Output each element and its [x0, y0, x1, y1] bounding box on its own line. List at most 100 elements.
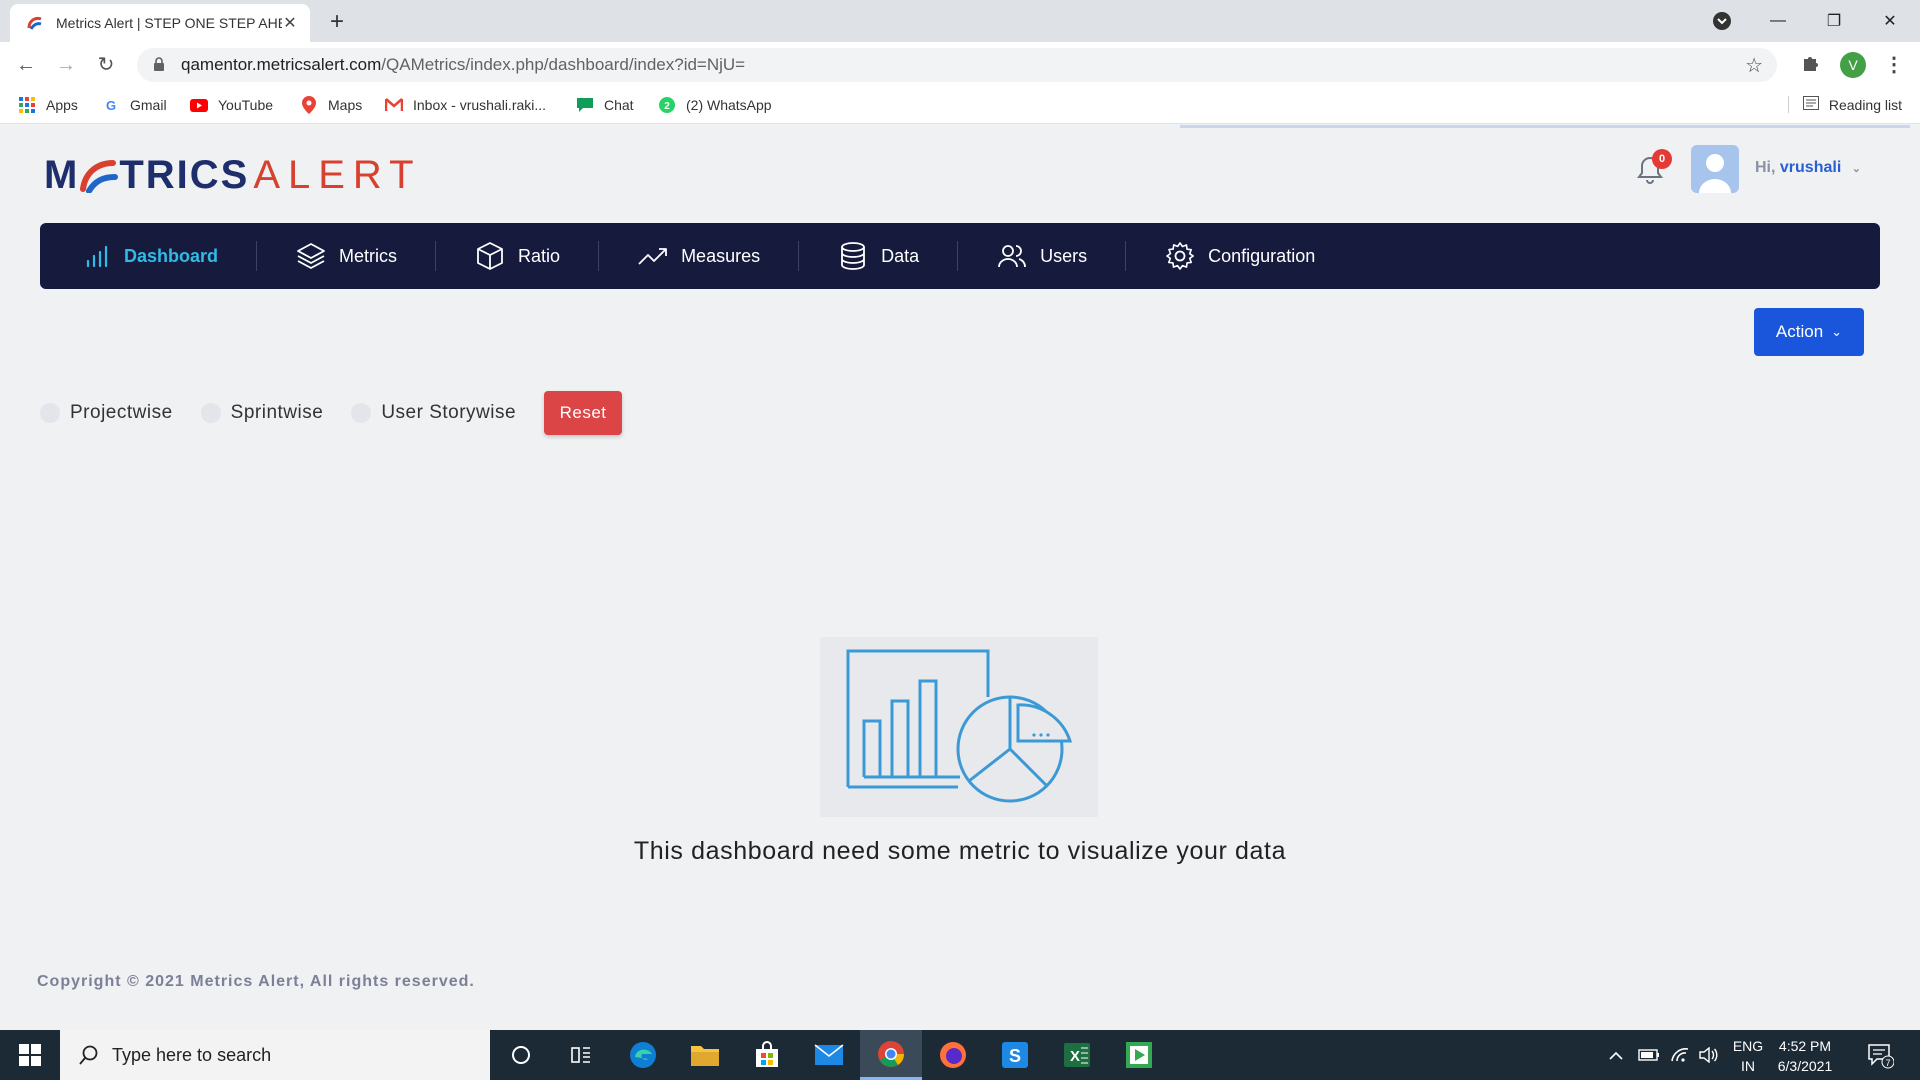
nav-configuration[interactable]: Configuration [1125, 241, 1353, 271]
radio-projectwise[interactable]: Projectwise [40, 402, 173, 424]
url-path: /QAMetrics/index.php/dashboard/index?id=… [381, 55, 746, 74]
profile-avatar[interactable]: V [1840, 52, 1866, 78]
media-player-icon[interactable] [1108, 1030, 1170, 1080]
forward-arrow-icon[interactable]: → [54, 54, 78, 78]
bookmark-youtube[interactable]: YouTube [190, 96, 273, 114]
bookmark-gmail[interactable]: G Gmail [102, 96, 167, 114]
nav-metrics[interactable]: Metrics [256, 241, 435, 271]
nav-measures[interactable]: Measures [598, 241, 798, 271]
reading-list-icon [1802, 96, 1819, 113]
system-clock[interactable]: 4:52 PM 6/3/2021 [1770, 1036, 1840, 1076]
reload-icon[interactable]: ↻ [94, 54, 118, 78]
edge-browser-icon[interactable] [612, 1030, 674, 1080]
task-view-icon[interactable] [550, 1030, 612, 1080]
nav-users[interactable]: Users [957, 241, 1125, 271]
bookmark-star-icon[interactable]: ☆ [1745, 53, 1763, 78]
windows-start-button[interactable] [0, 1030, 60, 1080]
apps-grid-icon [18, 96, 36, 114]
browser-tab[interactable]: Metrics Alert | STEP ONE STEP AHEAD ✕ [10, 4, 310, 42]
bookmark-maps[interactable]: Maps [300, 96, 362, 114]
filter-bar: Projectwise Sprintwise User Storywise Re… [40, 391, 623, 435]
metrics-alert-logo[interactable]: M TRICS ALERT [44, 153, 422, 198]
action-dropdown-button[interactable]: Action ⌄ [1754, 308, 1864, 356]
input-language-indicator[interactable]: ENG IN [1728, 1036, 1768, 1076]
gear-icon [1166, 242, 1195, 270]
logo-letter-m: M [44, 153, 80, 197]
svg-text:2: 2 [664, 101, 670, 112]
database-icon [841, 242, 865, 270]
radio-user-storywise[interactable]: User Storywise [351, 402, 516, 424]
bookmarks-bar: Apps G Gmail YouTube Maps Inbox - vrusha… [0, 88, 1920, 124]
tab-search-icon[interactable] [1694, 0, 1750, 42]
radio-label: Sprintwise [230, 402, 324, 423]
battery-icon[interactable] [1638, 1030, 1660, 1080]
user-menu[interactable]: Hi, vrushali ⌄ [1755, 159, 1861, 177]
browser-menu-icon[interactable]: ⋮ [1884, 52, 1904, 77]
nav-label: Dashboard [124, 245, 219, 266]
new-tab-button[interactable]: + [322, 8, 352, 36]
bookmark-label: Inbox - vrushali.raki... [413, 97, 547, 113]
empty-state-message: This dashboard need some metric to visua… [633, 837, 1287, 865]
back-arrow-icon[interactable]: ← [14, 54, 38, 78]
bookmark-chat[interactable]: Chat [576, 96, 634, 114]
bookmark-whatsapp[interactable]: 2 (2) WhatsApp [658, 96, 772, 114]
radio-sprintwise[interactable]: Sprintwise [200, 402, 324, 424]
nav-data[interactable]: Data [798, 241, 957, 271]
maps-pin-icon [300, 96, 318, 114]
file-explorer-icon[interactable] [674, 1030, 736, 1080]
users-icon [998, 245, 1027, 268]
reading-list-button[interactable]: Reading list [1787, 96, 1902, 113]
action-center-icon[interactable]: 7 [1866, 1030, 1894, 1080]
chevron-down-icon: ⌄ [1851, 163, 1861, 175]
language-code: ENG [1732, 1038, 1764, 1054]
radio-label: User Storywise [381, 402, 517, 423]
svg-text:S: S [1009, 1046, 1021, 1066]
cortana-icon[interactable] [490, 1030, 552, 1080]
google-icon: G [105, 97, 117, 113]
bookmark-label: YouTube [218, 97, 274, 113]
radio-circle[interactable] [351, 403, 372, 423]
url-host: qamentor.metricsalert.com [181, 55, 382, 74]
windows-taskbar: Type here to search S X ENG IN 4:52 PM 6… [0, 1030, 1920, 1080]
radio-circle[interactable] [40, 403, 60, 423]
copyright-footer: Copyright © 2021 Metrics Alert, All righ… [37, 973, 475, 990]
browser-toolbar: ← → ↻ qamentor.metricsalert.com/QAMetric… [0, 42, 1920, 88]
windows-logo-icon [19, 1044, 41, 1066]
app-page: M TRICS ALERT 0 Hi, vrushali ⌄ Dashboard… [0, 125, 1920, 1030]
youtube-icon [190, 96, 208, 114]
address-bar[interactable]: qamentor.metricsalert.com/QAMetrics/inde… [137, 48, 1777, 82]
nav-label: Measures [681, 245, 761, 266]
user-avatar[interactable] [1691, 145, 1739, 193]
chrome-icon[interactable] [860, 1030, 922, 1080]
logo-text-metrics: TRICS [119, 153, 250, 197]
reset-button[interactable]: Reset [544, 391, 623, 435]
microsoft-store-icon[interactable] [736, 1030, 798, 1080]
volume-icon[interactable] [1698, 1030, 1718, 1080]
excel-icon[interactable]: X [1046, 1030, 1108, 1080]
mail-icon[interactable] [798, 1030, 860, 1080]
bookmark-label: Maps [328, 97, 363, 113]
gmail-icon [385, 96, 403, 114]
close-window-button[interactable]: ✕ [1862, 0, 1918, 42]
close-tab-icon[interactable]: ✕ [282, 13, 298, 33]
radio-circle[interactable] [200, 403, 221, 423]
nav-ratio[interactable]: Ratio [435, 241, 598, 271]
extensions-puzzle-icon[interactable] [1800, 52, 1822, 80]
snagit-icon[interactable]: S [984, 1030, 1046, 1080]
nav-label: Configuration [1208, 245, 1316, 266]
bookmark-apps[interactable]: Apps [18, 96, 78, 114]
logo-swoosh-icon [80, 159, 119, 193]
nav-dashboard[interactable]: Dashboard [80, 241, 256, 271]
lock-icon[interactable] [153, 56, 167, 74]
show-hidden-icons-chevron[interactable] [1608, 1030, 1624, 1080]
wifi-icon[interactable] [1670, 1030, 1690, 1080]
main-navigation: Dashboard Metrics Ratio Measures Data Us… [40, 223, 1880, 289]
bookmark-inbox[interactable]: Inbox - vrushali.raki... [385, 96, 546, 114]
restore-window-button[interactable]: ❐ [1806, 0, 1862, 42]
bar-chart-icon [86, 245, 108, 268]
firefox-icon[interactable] [922, 1030, 984, 1080]
nav-label: Data [881, 245, 920, 266]
minimize-window-button[interactable]: — [1750, 0, 1806, 42]
taskbar-search-box[interactable]: Type here to search [60, 1030, 490, 1080]
reading-list-label: Reading list [1828, 96, 1902, 113]
